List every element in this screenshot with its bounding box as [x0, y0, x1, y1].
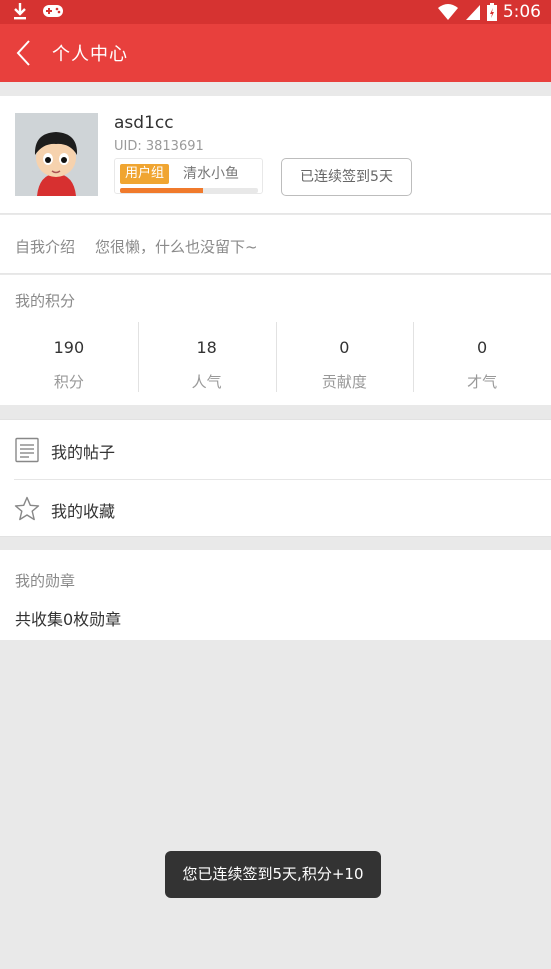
user-group-tag: 用户组: [120, 164, 170, 184]
stat-value: 190: [53, 338, 85, 357]
gamepad-icon: [43, 5, 63, 17]
menu-list: 我的帖子 我的收藏: [0, 419, 551, 537]
avatar-image: [15, 113, 98, 196]
user-group-box: 用户组 清水小鱼: [114, 158, 263, 194]
menu-item-label: 我的收藏: [51, 502, 116, 521]
medals-title: 我的勋章: [15, 572, 76, 590]
uid-text: UID: 3813691: [114, 139, 204, 154]
points-title: 我的积分: [15, 292, 76, 310]
document-icon: [15, 437, 39, 463]
page-title: 个人中心: [52, 44, 128, 65]
stat-value: 18: [196, 338, 217, 357]
points-section: 我的积分 190 积分 18 人气 0 贡献度 0 才气: [0, 275, 551, 405]
battery-icon: [486, 3, 497, 21]
signal-icon: [465, 5, 480, 20]
wifi-icon: [437, 4, 458, 20]
stat-points: 190 积分: [0, 322, 138, 392]
stat-label: 贡献度: [321, 373, 367, 391]
toast-message: 您已连续签到5天,积分+10: [165, 851, 381, 898]
menu-item-my-favorites[interactable]: 我的收藏: [0, 479, 551, 538]
menu-item-my-posts[interactable]: 我的帖子: [0, 420, 551, 480]
stat-value: 0: [339, 338, 350, 357]
stat-talent: 0 才气: [413, 322, 551, 392]
stat-contribution: 0 贡献度: [275, 322, 414, 392]
level-progress-fill: [120, 188, 203, 193]
username: asd1cc: [114, 113, 174, 133]
stat-label: 才气: [467, 373, 498, 391]
checkin-button[interactable]: 已连续签到5天: [281, 158, 412, 196]
self-intro-text: 您很懒，什么也没留下~: [95, 238, 258, 256]
medals-count: 共收集0枚勋章: [15, 610, 122, 629]
star-icon: [14, 496, 40, 521]
points-stats: 190 积分 18 人气 0 贡献度 0 才气: [0, 322, 551, 392]
stat-value: 0: [477, 338, 488, 357]
level-progress-bar: [120, 188, 258, 193]
menu-item-label: 我的帖子: [51, 443, 116, 462]
user-group-name: 清水小鱼: [183, 166, 239, 182]
medals-section[interactable]: 我的勋章 共收集0枚勋章: [0, 550, 551, 640]
stat-popularity: 18 人气: [137, 322, 276, 392]
stat-label: 人气: [191, 373, 222, 391]
back-icon[interactable]: [10, 36, 40, 70]
status-bar: 5:06: [0, 0, 551, 24]
self-intro-row[interactable]: 自我介绍 您很懒，什么也没留下~: [0, 215, 551, 274]
avatar[interactable]: [15, 113, 98, 196]
clock-text: 5:06: [502, 2, 541, 22]
stat-label: 积分: [53, 373, 84, 391]
app-bar: 个人中心: [0, 24, 551, 82]
self-intro-label: 自我介绍: [15, 238, 76, 256]
download-icon: [14, 3, 26, 20]
profile-card: asd1cc UID: 3813691 用户组 清水小鱼 已连续签到5天: [0, 96, 551, 214]
